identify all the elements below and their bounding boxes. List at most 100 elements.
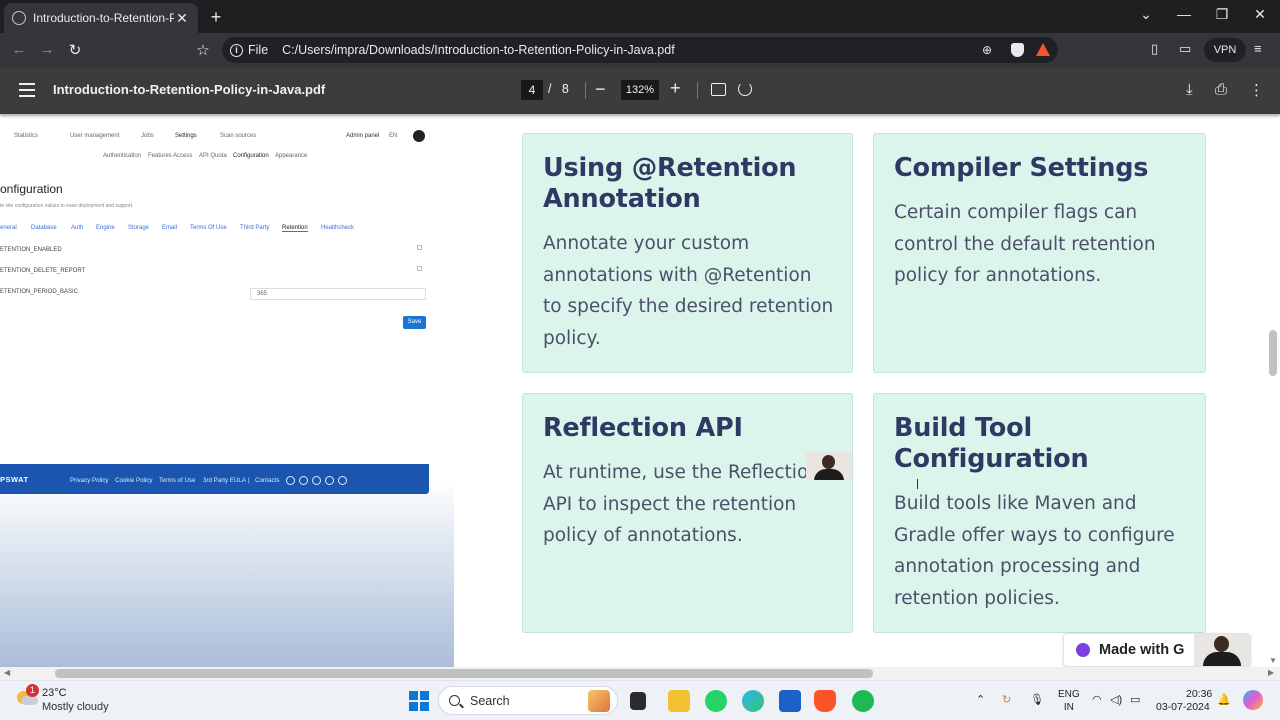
scroll-left-icon[interactable]: ◀ bbox=[4, 668, 10, 677]
vertical-scrollbar[interactable]: ▼ bbox=[1266, 114, 1280, 667]
embedded-period-input: 365 bbox=[250, 288, 426, 300]
scrollbar-thumb[interactable] bbox=[55, 669, 873, 678]
forward-button[interactable]: → bbox=[38, 41, 56, 58]
zoom-icon[interactable]: ⊕ bbox=[982, 43, 992, 57]
embedded-tab-auth: Auth bbox=[71, 225, 84, 231]
tab-search-icon[interactable]: ⌄ bbox=[1134, 6, 1158, 23]
address-prefix: File bbox=[248, 43, 269, 57]
zoom-input[interactable]: 132% bbox=[621, 80, 659, 100]
embedded-image: Statistics User management Jobs Settings… bbox=[0, 114, 454, 667]
embedded-subnav-config: Configuration bbox=[233, 153, 269, 159]
page-number-input[interactable]: 4 bbox=[521, 80, 543, 100]
windows-taskbar: 1 23°C Mostly cloudy Search ⌃ ↻ 🎙 ENG IN … bbox=[0, 680, 1280, 720]
pdf-viewport[interactable]: Statistics User management Jobs Settings… bbox=[0, 114, 1280, 667]
embedded-nav-jobs: Jobs bbox=[141, 133, 154, 139]
store-icon[interactable] bbox=[779, 690, 801, 712]
mic-icon[interactable]: 🎙 bbox=[1030, 693, 1044, 706]
scroll-down-icon[interactable]: ▼ bbox=[1269, 656, 1277, 665]
vpn-button[interactable]: VPN bbox=[1204, 38, 1246, 62]
embedded-tab-general: eneral bbox=[0, 225, 17, 231]
address-bar[interactable]: i File C:/Users/impra/Downloads/Introduc… bbox=[222, 37, 1058, 63]
horizontal-scrollbar[interactable]: ◀ ▶ bbox=[0, 667, 1280, 680]
card-body-line: retention policies. bbox=[894, 587, 1060, 609]
card-body: Annotate your custom annotations with @Re… bbox=[543, 228, 833, 354]
weather-condition[interactable]: Mostly cloudy bbox=[42, 701, 109, 713]
clock-date[interactable]: 03-07-2024 bbox=[1156, 701, 1210, 713]
info-icon[interactable]: i bbox=[230, 43, 243, 57]
brave-browser-icon[interactable] bbox=[814, 690, 836, 712]
embedded-tab-terms: Terms Of Use bbox=[190, 225, 227, 231]
embedded-subnav-appearance: Appearance bbox=[275, 153, 308, 159]
card-body-line: At runtime, use the Reflectio bbox=[543, 462, 809, 483]
search-placeholder: Search bbox=[470, 693, 510, 708]
hamburger-icon[interactable] bbox=[19, 83, 35, 97]
menu-icon[interactable]: ≡ bbox=[1254, 41, 1262, 56]
card-title: Reflection API bbox=[543, 413, 743, 444]
print-icon[interactable]: ⎙ bbox=[1215, 81, 1227, 98]
minimize-button[interactable]: — bbox=[1172, 6, 1196, 22]
temperature[interactable]: 23°C bbox=[42, 687, 67, 699]
language-indicator[interactable]: ENG IN bbox=[1058, 688, 1080, 714]
chevron-up-icon[interactable]: ⌃ bbox=[976, 693, 985, 706]
battery-icon[interactable]: ▭ bbox=[1130, 693, 1140, 706]
globe-icon bbox=[12, 11, 26, 25]
more-options-icon[interactable]: ⋮ bbox=[1249, 81, 1264, 99]
edge-icon[interactable] bbox=[742, 690, 764, 712]
reload-button[interactable]: ↻ bbox=[66, 41, 84, 59]
rotate-icon[interactable] bbox=[738, 82, 752, 96]
embedded-tab-database: Database bbox=[31, 225, 57, 231]
widget-icon[interactable] bbox=[588, 690, 610, 712]
card-body-line: Certain compiler flags can bbox=[894, 202, 1138, 223]
back-button[interactable]: ← bbox=[10, 41, 28, 58]
page-separator: / bbox=[548, 82, 552, 96]
wifi-icon[interactable]: ◠ bbox=[1092, 693, 1102, 706]
clock-time[interactable]: 20:36 bbox=[1186, 688, 1212, 701]
social-icon bbox=[286, 476, 295, 485]
vpn-label: VPN bbox=[1213, 44, 1237, 56]
brave-rewards-icon[interactable] bbox=[1036, 43, 1050, 56]
screen: Introduction-to-Retention-Policy-in-Java… bbox=[0, 0, 1280, 720]
browser-tab[interactable]: Introduction-to-Retention-Policy-in-Java… bbox=[4, 3, 198, 33]
checkbox bbox=[417, 245, 422, 250]
card-body-line: Gradle offer ways to configure bbox=[894, 524, 1175, 546]
sidebar-icon[interactable]: ▯ bbox=[1151, 41, 1158, 57]
wallet-icon[interactable]: ▭ bbox=[1179, 41, 1191, 57]
card-reflection-api: Reflection API At runtime, use the Refle… bbox=[522, 393, 853, 633]
bookmark-icon[interactable]: ☆ bbox=[194, 41, 212, 59]
maximize-button[interactable]: ❐ bbox=[1210, 6, 1234, 23]
file-explorer-icon[interactable] bbox=[668, 690, 690, 712]
embedded-subheading: te site configuration values to ease dep… bbox=[0, 203, 134, 209]
bell-icon[interactable]: 🔔 bbox=[1217, 693, 1231, 706]
card-body: At runtime, use the Reflectio API to insp… bbox=[543, 457, 808, 552]
card-title-line: Using @Retention bbox=[543, 153, 797, 183]
made-with-gamma-badge[interactable]: Made with G bbox=[1063, 633, 1251, 667]
zoom-out-button[interactable]: − bbox=[595, 79, 606, 100]
tab-close-icon[interactable]: ✕ bbox=[174, 10, 190, 27]
card-title: Build Tool Configuration bbox=[894, 413, 1089, 475]
copilot-icon[interactable] bbox=[1243, 690, 1263, 710]
refresh-icon[interactable]: ↻ bbox=[1002, 693, 1011, 706]
start-button[interactable] bbox=[409, 691, 429, 711]
embedded-heading: onfiguration bbox=[0, 182, 63, 196]
brave-shields-icon[interactable] bbox=[1011, 43, 1024, 57]
task-view-icon[interactable] bbox=[630, 692, 646, 710]
scroll-right-icon[interactable]: ▶ bbox=[1268, 668, 1274, 677]
speaker-icon[interactable]: ◁) bbox=[1110, 693, 1122, 706]
zoom-in-button[interactable]: + bbox=[670, 78, 681, 99]
fit-page-icon[interactable] bbox=[711, 83, 726, 96]
address-text[interactable]: C:/Users/impra/Downloads/Introduction-to… bbox=[282, 43, 675, 57]
download-icon[interactable]: ⤓ bbox=[1186, 81, 1193, 98]
card-body-line: policy. bbox=[543, 327, 601, 349]
scrollbar-thumb[interactable] bbox=[1269, 330, 1277, 376]
card-body-line: Build tools like Maven and bbox=[894, 493, 1137, 514]
footer-link: Cookie Policy bbox=[115, 477, 153, 484]
new-tab-button[interactable]: + bbox=[206, 7, 226, 28]
close-window-button[interactable]: ✕ bbox=[1248, 6, 1272, 23]
card-title-line: Reflection API bbox=[543, 413, 743, 443]
embedded-nav-users: User management bbox=[70, 133, 120, 139]
social-icon bbox=[338, 476, 347, 485]
weather-badge: 1 bbox=[26, 684, 39, 697]
whatsapp-icon[interactable] bbox=[705, 690, 727, 712]
app-icon[interactable] bbox=[852, 690, 874, 712]
embedded-nav-settings: Settings bbox=[175, 133, 197, 139]
